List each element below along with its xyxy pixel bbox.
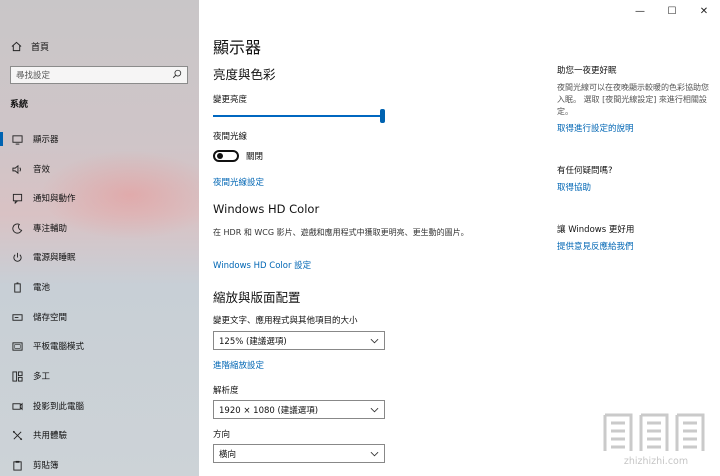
resolution-dropdown[interactable]: 1920 × 1080 (建議選項) [213,400,385,419]
chevron-down-icon [369,336,379,346]
shared-icon [11,429,23,441]
scale-label: 變更文字、應用程式與其他項目的大小 [213,316,358,326]
orientation-dropdown[interactable]: 橫向 [213,444,385,463]
resolution-label: 解析度 [213,386,239,396]
sidebar-group-label: 系統 [10,100,29,110]
sidebar-item-battery[interactable]: 電池 [0,276,199,298]
brightness-slider-track[interactable] [213,115,383,117]
battery-icon [11,281,23,293]
moon-icon [11,222,23,234]
hdr-description: 在 HDR 和 WCG 影片、遊戲和應用程式中獲取更明亮、更生動的圖片。 [213,228,469,237]
scale-dropdown[interactable]: 125% (建議選項) [213,331,385,350]
sidebar-item-power-sleep[interactable]: 電源與睡眠 [0,246,199,268]
sidebar-item-focus-assist[interactable]: 專注輔助 [0,217,199,239]
orientation-label: 方向 [213,430,231,440]
chevron-down-icon [369,449,379,459]
settings-search-input[interactable]: 尋找設定 [10,66,188,84]
scale-section-title: 縮放與版面配置 [213,290,301,305]
search-placeholder: 尋找設定 [16,71,51,81]
sidebar-item-label: 電源與睡眠 [33,253,76,263]
night-light-settings-link[interactable]: 夜間光線設定 [213,176,264,188]
project-icon [11,400,23,412]
improve-windows-title: 讓 Windows 更好用 [557,225,635,235]
monitor-icon [11,133,23,145]
scale-value: 125% (建議選項) [219,336,287,347]
close-button[interactable]: ✕ [688,0,720,22]
sidebar-item-label: 儲存空間 [33,313,68,323]
sidebar-item-label: 專注輔助 [33,224,68,234]
sidebar-item-sound[interactable]: 音效 [0,158,199,180]
brightness-section-title: 亮度與色彩 [213,67,276,82]
sidebar: 首頁 尋找設定 系統 顯示器 音效 通知與動作 專注輔助 電源與睡眠 電池 儲存… [0,0,199,476]
search-icon[interactable] [172,69,182,82]
power-icon [11,251,23,263]
sidebar-item-storage[interactable]: 儲存空間 [0,306,199,328]
home-label: 首頁 [31,42,50,53]
page-title: 顯示器 [213,38,262,57]
multitask-icon [11,370,23,382]
orientation-value: 橫向 [219,449,237,460]
sidebar-item-label: 通知與動作 [33,194,76,204]
sidebar-item-multitasking[interactable]: 多工 [0,365,199,387]
night-help-link[interactable]: 取得進行設定的說明 [557,122,634,134]
chevron-down-icon [369,405,379,415]
sidebar-item-clipboard[interactable]: 剪貼簿 [0,454,199,476]
feedback-link[interactable]: 提供意見反應給我們 [557,240,634,252]
storage-icon [11,311,23,323]
night-light-label: 夜間光線 [213,132,248,142]
resolution-value: 1920 × 1080 (建議選項) [219,405,319,416]
hdr-section-title: Windows HD Color [213,202,320,216]
notification-icon [11,192,23,204]
get-help-link[interactable]: 取得協助 [557,181,591,193]
sidebar-item-label: 電池 [33,283,51,293]
watermark-text: zhizhizhi.com [623,456,689,467]
toggle-knob [217,153,223,159]
hdr-settings-link[interactable]: Windows HD Color 設定 [213,259,311,271]
main-content: — ☐ ✕ 顯示器 亮度與色彩 變更亮度 夜間光線 關閉 夜間光線設定 Wind… [199,0,720,476]
clipboard-icon [11,459,23,471]
brightness-slider-thumb[interactable] [380,109,385,123]
speaker-icon [11,163,23,175]
minimize-button[interactable]: — [624,0,656,22]
sidebar-item-shared-experiences[interactable]: 共用體驗 [0,424,199,446]
tablet-icon [11,340,23,352]
sidebar-item-label: 多工 [33,372,51,382]
night-help-title: 助您一夜更好眠 [557,66,617,76]
sidebar-item-project[interactable]: 投影到此電腦 [0,395,199,417]
advanced-scaling-link[interactable]: 進階縮放設定 [213,359,264,371]
sidebar-item-notifications[interactable]: 通知與動作 [0,187,199,209]
window-controls: — ☐ ✕ [624,0,720,22]
sidebar-item-label: 顯示器 [33,135,59,145]
sidebar-item-tablet-mode[interactable]: 平板電腦模式 [0,335,199,357]
brightness-label: 變更亮度 [213,95,248,105]
maximize-button[interactable]: ☐ [656,0,688,22]
sidebar-item-label: 平板電腦模式 [33,342,85,352]
watermark-logo: zhizhizhi.com [601,407,711,471]
question-title: 有任何疑問嗎? [557,166,613,176]
night-light-toggle[interactable] [213,150,239,162]
sidebar-item-label: 剪貼簿 [33,461,59,471]
home-nav[interactable]: 首頁 [10,38,49,54]
night-light-state: 關閉 [246,152,264,162]
home-icon [10,40,22,52]
sidebar-item-label: 投影到此電腦 [33,402,85,412]
night-help-text: 夜間光線可以在夜晚顯示較暖的色彩協助您入眠。 選取 [夜間光線設定] 來進行相關… [557,83,709,116]
sidebar-item-display[interactable]: 顯示器 [0,128,199,150]
sidebar-item-label: 共用體驗 [33,431,68,441]
sidebar-item-label: 音效 [33,165,51,175]
